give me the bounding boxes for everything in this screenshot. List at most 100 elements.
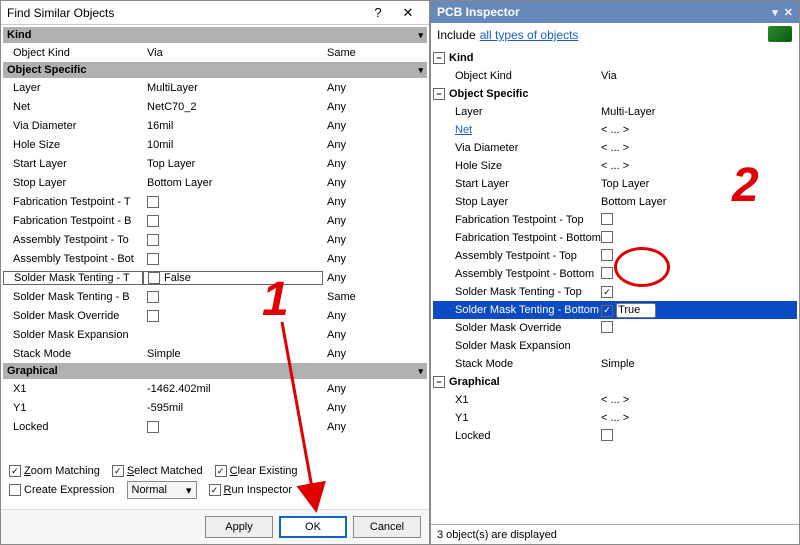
table-row[interactable]: Assembly Testpoint - ToAny — [3, 230, 427, 249]
cell-value[interactable]: < ... > — [601, 124, 797, 136]
checkbox[interactable] — [147, 421, 159, 433]
dropdown-icon[interactable]: ▾ — [772, 6, 778, 19]
collapse-icon[interactable]: − — [433, 52, 445, 64]
cell-value[interactable]: Top Layer — [143, 158, 323, 170]
cell-scope[interactable]: Any — [323, 329, 427, 341]
checkbox[interactable] — [147, 310, 159, 322]
table-row[interactable]: Stack ModeSimpleAny — [3, 344, 427, 363]
cell-scope[interactable]: Any — [323, 421, 427, 433]
insp-row[interactable]: Y1< ... > — [433, 409, 797, 427]
table-row[interactable]: Fabrication Testpoint - TAny — [3, 192, 427, 211]
insp-section-kind[interactable]: −Kind — [433, 49, 797, 67]
cell-value[interactable]: ✓ — [601, 286, 797, 299]
cell-scope[interactable]: Any — [323, 120, 427, 132]
table-row[interactable]: Fabrication Testpoint - BAny — [3, 211, 427, 230]
cell-value[interactable] — [143, 421, 323, 433]
table-row[interactable]: Start LayerTop LayerAny — [3, 154, 427, 173]
table-row[interactable]: X1-1462.402milAny — [3, 379, 427, 398]
checkbox[interactable] — [147, 196, 159, 208]
help-button[interactable]: ? — [363, 3, 393, 23]
include-link[interactable]: all types of objects — [480, 28, 579, 42]
table-row[interactable]: Y1-595milAny — [3, 398, 427, 417]
insp-row[interactable]: Assembly Testpoint - Top — [433, 247, 797, 265]
checkbox[interactable] — [601, 321, 613, 333]
cell-scope[interactable]: Any — [323, 82, 427, 94]
cell-scope[interactable]: Any — [323, 215, 427, 227]
ok-button[interactable]: OK — [279, 516, 347, 538]
close-icon[interactable]: ✕ — [784, 6, 793, 19]
insp-section-object-specific[interactable]: −Object Specific — [433, 85, 797, 103]
cell-value[interactable] — [143, 234, 323, 246]
table-row[interactable]: Assembly Testpoint - BotAny — [3, 249, 427, 268]
cell-value[interactable]: < ... > — [601, 160, 797, 172]
cell-value[interactable] — [143, 291, 323, 303]
cell-value[interactable]: MultiLayer — [143, 82, 323, 94]
cell-scope[interactable]: Any — [323, 196, 427, 208]
cancel-button[interactable]: Cancel — [353, 516, 421, 538]
table-row[interactable]: Stop LayerBottom LayerAny — [3, 173, 427, 192]
cell-value[interactable] — [601, 249, 797, 264]
insp-row[interactable]: LayerMulti-Layer — [433, 103, 797, 121]
cell-value[interactable]: NetC70_2 — [143, 101, 323, 113]
cell-value[interactable] — [143, 215, 323, 227]
cell-value[interactable]: False — [143, 271, 323, 285]
cell-value[interactable]: Via — [143, 47, 323, 59]
mode-combobox[interactable]: Normal▾ — [127, 481, 197, 499]
insp-row[interactable]: Stack ModeSimple — [433, 355, 797, 373]
section-kind[interactable]: Kind ▾ — [3, 27, 427, 43]
cell-scope[interactable]: Same — [323, 291, 427, 303]
table-row[interactable]: LockedAny — [3, 417, 427, 436]
run-inspector-checkbox[interactable]: ✓Run Inspector — [209, 484, 293, 496]
zoom-matching-checkbox[interactable]: ✓Zoom Matching — [9, 465, 100, 477]
insp-row-object-kind[interactable]: Object Kind Via — [433, 67, 797, 85]
cell-value[interactable]: < ... > — [601, 142, 797, 154]
cell-value[interactable]: 16mil — [143, 120, 323, 132]
cell-scope[interactable]: Any — [323, 234, 427, 246]
cell-value[interactable]: Via — [601, 70, 797, 82]
insp-row[interactable]: Assembly Testpoint - Bottom — [433, 265, 797, 283]
checkbox[interactable] — [601, 213, 613, 225]
checkbox[interactable] — [147, 215, 159, 227]
cell-scope[interactable]: Any — [323, 383, 427, 395]
table-row[interactable]: NetNetC70_2Any — [3, 97, 427, 116]
cell-scope[interactable]: Any — [323, 253, 427, 265]
cell-value[interactable]: -1462.402mil — [143, 383, 323, 395]
cell-value[interactable] — [143, 196, 323, 208]
apply-button[interactable]: Apply — [205, 516, 273, 538]
checkbox[interactable] — [147, 291, 159, 303]
cell-scope[interactable]: Any — [323, 158, 427, 170]
table-row[interactable]: Solder Mask ExpansionAny — [3, 325, 427, 344]
table-row[interactable]: Hole Size10milAny — [3, 135, 427, 154]
cell-value[interactable]: Simple — [143, 348, 323, 360]
cell-value[interactable] — [143, 310, 323, 322]
cell-scope[interactable]: Same — [323, 47, 427, 59]
clear-existing-checkbox[interactable]: ✓Clear Existing — [215, 465, 298, 477]
insp-row[interactable]: Fabrication Testpoint - Top — [433, 211, 797, 229]
insp-row[interactable]: Locked — [433, 427, 797, 445]
insp-row[interactable]: Net< ... > — [433, 121, 797, 139]
table-row[interactable]: LayerMultiLayerAny — [3, 78, 427, 97]
insp-row[interactable]: Start LayerTop Layer — [433, 175, 797, 193]
cell-value[interactable]: Multi-Layer — [601, 106, 797, 118]
table-row[interactable]: Solder Mask OverrideAny — [3, 306, 427, 325]
create-expression-checkbox[interactable]: Create Expression — [9, 484, 115, 496]
cell-scope[interactable]: Any — [323, 402, 427, 414]
insp-row[interactable]: Solder Mask Expansion — [433, 337, 797, 355]
cell-value[interactable]: -595mil — [143, 402, 323, 414]
cell-value[interactable]: 10mil — [143, 139, 323, 151]
collapse-icon[interactable]: − — [433, 88, 445, 100]
insp-row[interactable]: Hole Size< ... > — [433, 157, 797, 175]
section-graphical[interactable]: Graphical ▾ — [3, 363, 427, 379]
table-row[interactable]: Via Diameter16milAny — [3, 116, 427, 135]
insp-row[interactable]: X1< ... > — [433, 391, 797, 409]
cell-value[interactable]: Simple — [601, 358, 797, 370]
cell-scope[interactable]: Any — [323, 139, 427, 151]
cell-value[interactable] — [601, 429, 797, 444]
cell-scope[interactable]: Any — [323, 177, 427, 189]
insp-row[interactable]: Stop LayerBottom Layer — [433, 193, 797, 211]
insp-row[interactable]: Solder Mask Tenting - Top✓ — [433, 283, 797, 301]
select-matched-checkbox[interactable]: ✓Select Matched — [112, 465, 203, 477]
row-object-kind[interactable]: Object Kind Via Same — [3, 43, 427, 62]
cell-value[interactable] — [601, 213, 797, 228]
checkbox[interactable] — [601, 231, 613, 243]
